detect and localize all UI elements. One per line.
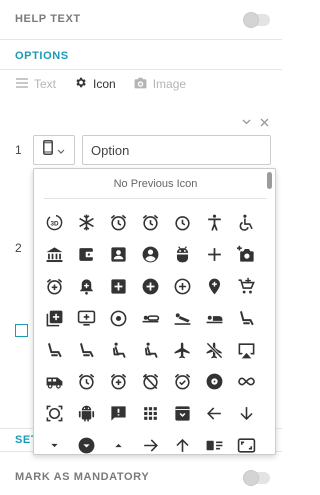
airline-seat-legroom-normal-icon[interactable] xyxy=(38,334,70,366)
airplanemode-active-icon[interactable] xyxy=(166,334,198,366)
add-circle-icon[interactable] xyxy=(134,271,166,303)
scrollbar[interactable] xyxy=(267,172,272,189)
tab-icon-label: Icon xyxy=(93,77,116,91)
chevron-down-icon xyxy=(57,141,65,159)
all-inclusive-icon[interactable] xyxy=(231,366,263,398)
tab-icon[interactable]: Icon xyxy=(74,76,116,92)
account-box-icon[interactable] xyxy=(102,239,134,271)
alarm-on-icon[interactable] xyxy=(166,366,198,398)
arrow-drop-down-circle-icon[interactable] xyxy=(70,430,102,454)
add-to-queue-icon[interactable] xyxy=(70,302,102,334)
airline-seat-flat-icon[interactable] xyxy=(134,302,166,334)
lines-icon xyxy=(16,77,34,91)
adb-icon[interactable] xyxy=(166,239,198,271)
toggle-knob xyxy=(243,470,259,486)
ac-unit-icon[interactable] xyxy=(70,207,102,239)
mandatory-row: MARK AS MANDATORY xyxy=(0,460,282,495)
art-track-icon[interactable] xyxy=(198,430,230,454)
add-to-photos-icon[interactable] xyxy=(38,302,70,334)
access-alarms-icon[interactable] xyxy=(134,207,166,239)
add-option-checkbox[interactable] xyxy=(15,324,28,337)
airline-seat-flat-angled-icon[interactable] xyxy=(166,302,198,334)
help-text-toggle[interactable] xyxy=(243,12,270,28)
chevron-down-icon[interactable] xyxy=(240,116,252,128)
icon-grid: 3D xyxy=(38,207,265,454)
add-shopping-cart-icon[interactable] xyxy=(231,271,263,303)
mandatory-toggle[interactable] xyxy=(243,470,270,486)
arrow-forward-icon[interactable] xyxy=(134,430,166,454)
svg-text:3D: 3D xyxy=(50,221,59,228)
add-circle-outline-icon[interactable] xyxy=(166,271,198,303)
account-balance-wallet-icon[interactable] xyxy=(70,239,102,271)
airline-seat-individual-suite-icon[interactable] xyxy=(198,302,230,334)
airport-shuttle-icon[interactable] xyxy=(38,366,70,398)
access-alarm-icon[interactable] xyxy=(102,207,134,239)
mandatory-label: MARK AS MANDATORY xyxy=(15,471,150,483)
icon-picker-header: No Previous Icon xyxy=(44,169,267,199)
gear-icon xyxy=(74,76,93,92)
add-box-icon[interactable] xyxy=(102,271,134,303)
option-type-tabs: Text Icon Image xyxy=(16,70,204,98)
tab-image-label: Image xyxy=(152,77,187,91)
tab-image[interactable]: Image xyxy=(134,77,186,92)
album-icon[interactable] xyxy=(198,366,230,398)
airline-seat-legroom-reduced-icon[interactable] xyxy=(70,334,102,366)
airline-seat-legroom-extra-icon[interactable] xyxy=(231,302,263,334)
option-value-input[interactable]: Option xyxy=(82,135,271,165)
add-alarm-icon[interactable] xyxy=(38,271,70,303)
add-alert-icon[interactable] xyxy=(70,271,102,303)
tab-text[interactable]: Text xyxy=(16,77,56,91)
announcement-icon[interactable] xyxy=(102,398,134,430)
apps-icon[interactable] xyxy=(134,398,166,430)
alarm-add-icon[interactable] xyxy=(102,366,134,398)
aspect-ratio-icon[interactable] xyxy=(231,430,263,454)
airline-seat-recline-extra-icon[interactable] xyxy=(102,334,134,366)
options-section-header: OPTIONS xyxy=(0,40,282,70)
options-section-label: OPTIONS xyxy=(15,50,69,62)
accessible-icon[interactable] xyxy=(231,207,263,239)
alarm-off-icon[interactable] xyxy=(134,366,166,398)
access-time-icon[interactable] xyxy=(166,207,198,239)
option-controls xyxy=(240,116,270,128)
toggle-knob xyxy=(243,12,259,28)
arrow-downward-icon[interactable] xyxy=(231,398,263,430)
adjust-icon[interactable] xyxy=(102,302,134,334)
arrow-drop-down-icon[interactable] xyxy=(38,430,70,454)
icon-select-button[interactable] xyxy=(33,135,75,165)
arrow-drop-up-icon[interactable] xyxy=(102,430,134,454)
mobile-icon xyxy=(43,140,53,160)
account-circle-icon[interactable] xyxy=(134,239,166,271)
add-a-photo-icon[interactable] xyxy=(231,239,263,271)
add-location-icon[interactable] xyxy=(198,271,230,303)
account-balance-icon[interactable] xyxy=(38,239,70,271)
icon-picker-dropdown: No Previous Icon 3D xyxy=(33,168,276,455)
airplay-icon[interactable] xyxy=(231,334,263,366)
all-out-icon[interactable] xyxy=(38,398,70,430)
close-icon[interactable] xyxy=(258,116,270,128)
airline-seat-recline-normal-icon[interactable] xyxy=(134,334,166,366)
option-number: 2 xyxy=(15,241,22,255)
arrow-upward-icon[interactable] xyxy=(166,430,198,454)
help-text-label: HELP TEXT xyxy=(15,13,81,25)
alarm-icon[interactable] xyxy=(70,366,102,398)
3d-rotation-icon[interactable]: 3D xyxy=(38,207,70,239)
help-text-row: HELP TEXT xyxy=(0,0,282,40)
tab-text-label: Text xyxy=(34,77,57,91)
add-icon[interactable] xyxy=(198,239,230,271)
option-number: 1 xyxy=(15,143,22,157)
accessibility-icon[interactable] xyxy=(198,207,230,239)
archive-icon[interactable] xyxy=(166,398,198,430)
airplanemode-inactive-icon[interactable] xyxy=(198,334,230,366)
android-icon[interactable] xyxy=(70,398,102,430)
arrow-back-icon[interactable] xyxy=(198,398,230,430)
camera-icon xyxy=(134,77,153,92)
